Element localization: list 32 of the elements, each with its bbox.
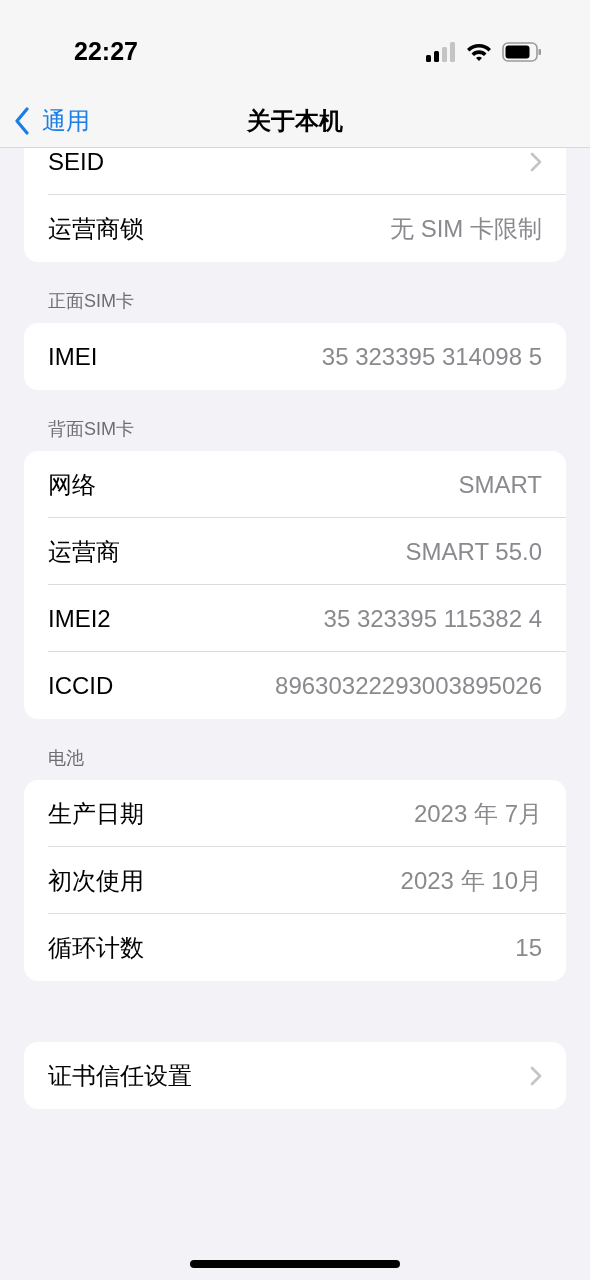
chevron-icon [530,151,542,172]
row-label: 运营商锁 [48,213,144,244]
chevron-icon [530,1065,542,1086]
row-label: 证书信任设置 [48,1060,192,1091]
row-value: 2023 年 10月 [400,865,542,896]
back-chevron-icon [14,107,30,135]
section-header: 背面SIM卡 [47,418,135,441]
back-button[interactable]: 通用 [0,103,90,139]
row-label: 网络 [48,469,96,500]
row-label: 生产日期 [48,798,144,829]
row-value: 35 323395 115382 4 [323,603,542,634]
row-value: 35 323395 314098 5 [321,341,542,372]
row-value: SMART [458,469,542,500]
row-value: 89630322293003895026 [275,670,542,701]
status-time: 22:27 [74,35,138,67]
row-label: 循环计数 [48,932,144,963]
row-label: IMEI2 [48,603,111,634]
section-header: 正面SIM卡 [47,290,135,313]
section-header: 电池 [47,747,85,770]
row-label: SEID [48,148,104,177]
row-value: 2023 年 7月 [413,798,542,829]
row-label: ICCID [48,670,114,701]
row-value: SMART 55.0 [405,536,542,567]
wifi-icon [466,41,492,62]
row-value: 15 [515,932,542,963]
page-title: 关于本机 [247,106,343,136]
row-value: 无 SIM 卡限制 [390,213,542,244]
row-label: 运营商 [48,536,120,567]
row-label: 初次使用 [48,865,144,896]
row-label: IMEI [48,341,98,372]
signal-icon [426,41,456,62]
battery-icon [502,41,542,62]
